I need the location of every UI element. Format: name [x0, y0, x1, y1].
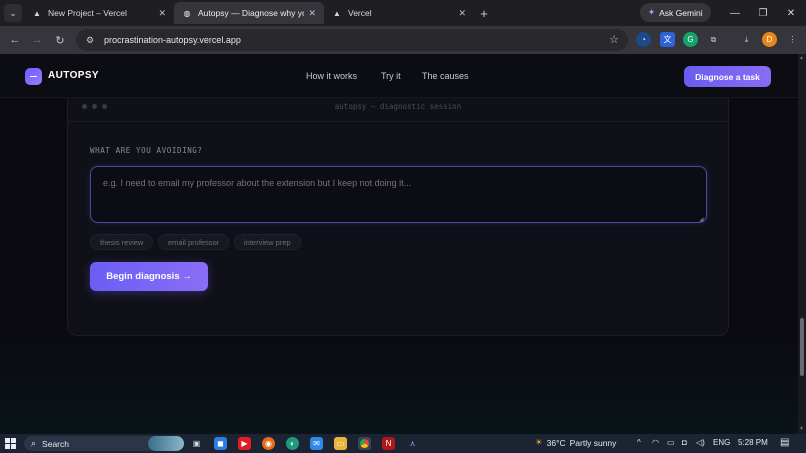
taskbar-search-box[interactable]: ⌕ Search — [24, 436, 184, 451]
tab-title: Vercel — [348, 8, 372, 18]
page-scrollbar[interactable]: ▲ ▼ — [798, 54, 806, 434]
forward-arrow-icon[interactable]: → — [28, 31, 46, 49]
chip-interview-prep[interactable]: interview prep — [234, 234, 301, 250]
search-highlight-image — [148, 436, 184, 451]
diagnostic-session-card: autopsy — diagnostic session WHAT ARE YO… — [67, 98, 729, 336]
page-background-glow — [0, 324, 798, 434]
restore-icon[interactable]: ❐ — [754, 4, 772, 22]
web-page: AUTOPSY How it works Try it The causes D… — [0, 54, 798, 434]
close-icon[interactable]: ✕ — [158, 8, 166, 19]
tray-chevron-up-icon[interactable]: ^ — [637, 438, 641, 447]
grammarly-icon[interactable]: G — [683, 32, 698, 47]
autopsy-logo-icon[interactable] — [25, 68, 42, 85]
avoiding-task-input[interactable] — [90, 166, 707, 223]
globe-icon: ◍ — [183, 8, 191, 18]
mail-icon[interactable]: ✉ — [310, 437, 323, 450]
volume-icon[interactable]: ◁) — [696, 438, 705, 447]
firefox-icon[interactable]: ◉ — [262, 437, 275, 450]
download-icon[interactable]: ⤓ — [739, 32, 754, 47]
app-icon[interactable]: N — [382, 437, 395, 450]
extensions-puzzle-icon[interactable]: ⧉ — [706, 32, 721, 47]
new-tab-button[interactable]: + — [477, 4, 491, 22]
weather-desc: Partly sunny — [569, 437, 617, 448]
site-info-icon[interactable]: ⚙ — [84, 34, 96, 46]
nav-try-it[interactable]: Try it — [381, 71, 401, 81]
back-arrow-icon[interactable]: ← — [6, 31, 24, 49]
card-header: autopsy — diagnostic session — [68, 98, 728, 122]
chrome-icon[interactable] — [358, 437, 371, 450]
weather-temp: 36°C — [546, 437, 566, 448]
vercel-triangle-icon: ▲ — [333, 8, 341, 18]
vscode-icon[interactable]: ⋏ — [406, 437, 419, 450]
vercel-triangle-icon: ▲ — [33, 8, 41, 18]
browser-tabstrip: ⌄ ▲ New Project – Vercel ✕ ◍ Autopsy — D… — [0, 0, 806, 26]
profile-avatar[interactable]: D — [762, 32, 777, 47]
ask-gemini-button[interactable]: ✦ Ask Gemini — [640, 3, 711, 22]
clock-time[interactable]: 5:28 PM — [738, 438, 768, 447]
scrollbar-thumb[interactable] — [800, 318, 804, 376]
tab-title: Autopsy — Diagnose why you'r — [198, 8, 305, 18]
bookmark-star-icon[interactable]: ☆ — [609, 33, 619, 46]
search-icon: ⌕ — [31, 438, 37, 448]
windows-start-icon[interactable] — [5, 438, 16, 449]
tab-new-project-vercel[interactable]: ▲ New Project – Vercel ✕ — [24, 2, 174, 24]
site-navbar: AUTOPSY How it works Try it The causes D… — [0, 54, 798, 98]
partly-sunny-icon: ☀ — [535, 437, 543, 447]
battery-icon[interactable]: ▭ — [667, 438, 675, 447]
store-icon[interactable]: ◼ — [214, 437, 227, 450]
tab-vercel[interactable]: ▲ Vercel ✕ — [324, 2, 474, 24]
close-window-icon[interactable]: ✕ — [782, 4, 800, 22]
begin-diagnosis-button[interactable]: Begin diagnosis → — [90, 262, 208, 291]
task-view-icon[interactable]: ▣ — [190, 437, 203, 450]
ask-gemini-label: Ask Gemini — [659, 7, 703, 18]
close-icon[interactable]: ✕ — [458, 8, 466, 19]
chip-email-professor[interactable]: email professor — [158, 234, 230, 250]
edge-icon[interactable]: ◐ — [286, 437, 299, 450]
site-logo-text[interactable]: AUTOPSY — [48, 70, 99, 81]
session-title: autopsy — diagnostic session — [334, 102, 462, 111]
close-icon[interactable]: ✕ — [308, 8, 316, 19]
menu-dots-icon[interactable]: ⋮ — [785, 32, 800, 47]
address-bar[interactable]: ⚙ procrastination-autopsy.vercel.app ☆ — [76, 29, 628, 51]
url-text: procrastination-autopsy.vercel.app — [104, 35, 241, 45]
minimize-icon[interactable]: — — [726, 4, 744, 22]
nav-how-it-works[interactable]: How it works — [306, 71, 357, 81]
windows-taskbar: ⌕ Search ▣ ◼ ▶ ◉ ◐ ✉ ▭ N ⋏ ☀ 36°C Partly… — [0, 434, 806, 453]
chip-thesis-review[interactable]: thesis review — [90, 234, 154, 250]
extension-icon[interactable]: ◔ — [636, 32, 651, 47]
tab-title: New Project – Vercel — [48, 8, 127, 18]
file-explorer-icon[interactable]: ▭ — [334, 437, 347, 450]
scroll-up-arrow-icon[interactable]: ▲ — [799, 55, 804, 61]
reload-icon[interactable]: ↻ — [51, 31, 69, 49]
diagnose-task-button[interactable]: Diagnose a task — [684, 66, 771, 87]
wifi-icon[interactable]: ◠ — [652, 438, 659, 447]
youtube-icon[interactable]: ▶ — [238, 437, 251, 450]
taskbar-search-label: Search — [42, 438, 69, 449]
translate-icon[interactable]: 文 — [660, 32, 675, 47]
browser-toolbar: ← → ↻ ⚙ procrastination-autopsy.vercel.a… — [0, 26, 806, 54]
notification-icon[interactable]: ▤ — [780, 437, 789, 448]
tab-autopsy[interactable]: ◍ Autopsy — Diagnose why you'r ✕ — [174, 2, 324, 24]
gemini-sparkle-icon: ✦ — [648, 7, 656, 17]
camera-icon[interactable]: ◘ — [682, 438, 687, 447]
nav-the-causes[interactable]: The causes — [422, 71, 469, 81]
question-label: WHAT ARE YOU AVOIDING? — [90, 146, 203, 155]
language-indicator[interactable]: ENG — [713, 438, 730, 447]
resize-handle-icon[interactable]: ◢ — [699, 216, 704, 223]
weather-widget[interactable]: ☀ 36°C Partly sunny — [535, 437, 616, 448]
scroll-down-arrow-icon[interactable]: ▼ — [799, 426, 804, 432]
tab-search-menu-icon[interactable]: ⌄ — [4, 4, 22, 22]
